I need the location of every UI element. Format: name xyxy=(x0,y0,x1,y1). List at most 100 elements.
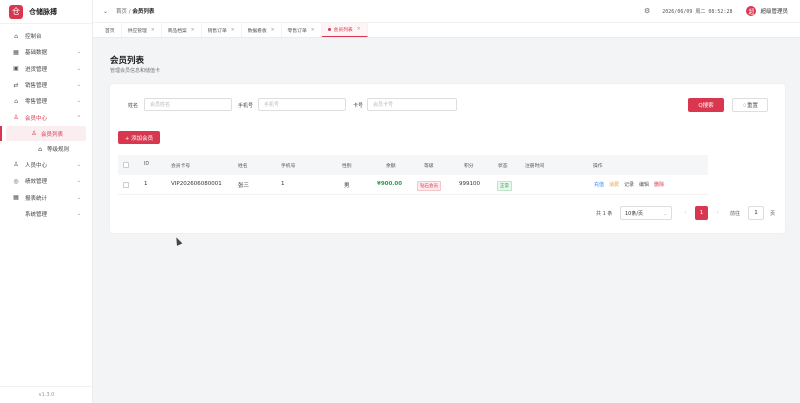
settings-icon[interactable]: ⚙ xyxy=(644,7,650,15)
tab-label: 供应管理 xyxy=(127,28,147,34)
app-logo[interactable]: 仓 仓储脉搏 xyxy=(0,0,92,24)
cell-points: 999100 xyxy=(459,181,480,187)
datetime-display: 2026/06/09 周二 08:52:28 xyxy=(662,8,733,15)
col-points: 积分 xyxy=(464,164,474,169)
cart-icon: ⇄ xyxy=(13,81,19,89)
card-input[interactable]: 会员卡号 xyxy=(367,98,457,111)
pagination: 共 1 条 10条/页 ⌄ ‹ 1 › 前往 1 页 xyxy=(110,206,785,220)
sidebar-item-label: 零售管理 xyxy=(25,99,48,106)
tab-sales-orders[interactable]: 销售订单 ✕ xyxy=(202,23,242,37)
page-number-current[interactable]: 1 xyxy=(695,206,708,220)
consume-link[interactable]: 消费 xyxy=(609,182,619,188)
box-icon: ▣ xyxy=(13,65,19,73)
user-icon: ♙ xyxy=(13,114,19,122)
col-gender: 性别 xyxy=(342,164,352,169)
breadcrumb-current: 会员列表 xyxy=(132,9,155,15)
breadcrumb-home[interactable]: 首页 xyxy=(116,9,127,15)
tab-bar: 首页 供应管理 ✕ 商品档案 ✕ 销售订单 ✕ 数据看板 ✕ 零售订单 ✕ 会员列表 ✕ xyxy=(93,22,800,38)
close-icon[interactable]: ✕ xyxy=(151,28,155,33)
next-page-button[interactable]: › xyxy=(711,206,724,220)
add-member-button[interactable]: + 添加会员 xyxy=(118,131,160,144)
sidebar-item-label: 控制台 xyxy=(25,34,42,41)
sidebar-item-performance[interactable]: ◎ 绩效管理 ⌄ xyxy=(0,173,92,189)
select-all-checkbox[interactable] xyxy=(123,162,129,168)
col-phone: 手机号 xyxy=(281,164,296,169)
name-label: 姓名 xyxy=(128,103,139,109)
page-title: 会员列表 xyxy=(110,56,145,66)
sidebar-item-label: 报表统计 xyxy=(25,195,48,202)
tab-supply[interactable]: 供应管理 ✕ xyxy=(122,23,162,37)
chevron-down-icon: ⌄ xyxy=(76,194,81,201)
sidebar-item-dashboard[interactable]: ⌂ 控制台 xyxy=(0,28,92,44)
tab-label: 数据看板 xyxy=(247,28,267,34)
chart-icon: ▦ xyxy=(13,194,19,202)
user-icon: ♙ xyxy=(13,161,19,169)
prev-page-button[interactable]: ‹ xyxy=(679,206,692,220)
col-card: 会员卡号 xyxy=(171,164,191,169)
breadcrumb: 首页 / 会员列表 xyxy=(116,7,154,15)
recharge-link[interactable]: 充值 xyxy=(594,182,604,188)
reset-button[interactable]: ♢重置 xyxy=(732,98,768,112)
mouse-cursor xyxy=(173,236,183,246)
delete-link[interactable]: 删除 xyxy=(654,182,664,188)
sidebar-item-member-center[interactable]: ♙ 会员中心 ⌃ xyxy=(0,109,92,125)
sidebar-item-purchase[interactable]: ▣ 进货管理 ⌄ xyxy=(0,61,92,77)
close-icon[interactable]: ✕ xyxy=(191,28,195,33)
tab-label: 商品档案 xyxy=(167,28,187,34)
logo-icon: 仓 xyxy=(9,4,23,19)
search-button[interactable]: Q搜索 xyxy=(688,98,724,112)
nav-menu: ⌂ 控制台 ▦ 基础数据 ⌄ ▣ 进货管理 ⌄ ⇄ 销售管理 ⌄ ⌂ 零售管理 … xyxy=(0,24,92,222)
chevron-down-icon: ⌄ xyxy=(76,49,81,56)
row-checkbox[interactable] xyxy=(123,182,129,188)
level-badge: 钻石会员 xyxy=(417,181,441,191)
chevron-down-icon: ⌄ xyxy=(76,98,81,105)
tab-label: 会员列表 xyxy=(333,28,353,33)
sidebar-item-staff-center[interactable]: ♙ 人员中心 ⌄ xyxy=(0,157,92,173)
close-icon[interactable]: ✕ xyxy=(357,27,361,32)
col-name: 姓名 xyxy=(238,164,248,169)
close-icon[interactable]: ✕ xyxy=(231,28,235,33)
sidebar-item-label: 会员中心 xyxy=(25,115,48,122)
phone-input[interactable]: 手机号 xyxy=(258,98,346,111)
avatar[interactable]: 超 xyxy=(746,6,757,16)
name-input[interactable]: 会员姓名 xyxy=(144,98,232,111)
tab-dashboard[interactable]: 数据看板 ✕ xyxy=(242,23,282,37)
filter-row: 姓名 会员姓名 手机号 手机号 卡号 会员卡号 xyxy=(110,98,785,112)
cell-gender: 男 xyxy=(344,183,350,189)
sidebar-item-base-data[interactable]: ▦ 基础数据 ⌄ xyxy=(0,44,92,60)
sidebar-item-reports[interactable]: ▦ 报表统计 ⌄ xyxy=(0,189,92,205)
goto-page-input[interactable]: 1 xyxy=(748,206,764,220)
cell-card: VIP202606080001 xyxy=(171,181,222,187)
tab-member-list[interactable]: 会员列表 ✕ xyxy=(321,23,368,37)
sidebar-item-system[interactable]: 系统管理 ⌄ xyxy=(0,206,92,222)
phone-label: 手机号 xyxy=(238,103,254,109)
sidebar-subitem-member-list[interactable]: ♙ 会员列表 xyxy=(0,125,86,142)
sidebar-subitem-level-rules[interactable]: ⌂ 等级规则 xyxy=(6,141,86,157)
tab-retail-orders[interactable]: 零售订单 ✕ xyxy=(282,23,322,37)
member-list-card: 姓名 会员姓名 手机号 手机号 卡号 会员卡号 Q搜索 ♢重置 + 添加会员 I… xyxy=(110,84,785,233)
tab-products[interactable]: 商品档案 ✕ xyxy=(162,23,202,37)
edit-link[interactable]: 编辑 xyxy=(639,182,649,188)
table-row: 1 VIP202606080001 张三 1 男 ¥900.00 钻石会员 99… xyxy=(118,175,708,195)
close-icon[interactable]: ✕ xyxy=(311,28,315,33)
sidebar-item-label: 基础数据 xyxy=(25,50,48,57)
sidebar-item-label: 绩效管理 xyxy=(25,179,48,186)
card-label: 卡号 xyxy=(353,103,364,109)
close-icon[interactable]: ✕ xyxy=(271,28,275,33)
collapse-icon[interactable]: ⌄ xyxy=(103,8,108,15)
breadcrumb-separator: / xyxy=(128,9,131,15)
sidebar-item-sales[interactable]: ⇄ 销售管理 ⌄ xyxy=(0,77,92,93)
page-size-select[interactable]: 10条/页 ⌄ xyxy=(620,206,672,220)
username[interactable]: 超级管理员 xyxy=(760,7,788,15)
sidebar-item-label: 系统管理 xyxy=(25,211,48,218)
tab-home[interactable]: 首页 xyxy=(99,23,122,37)
table-header: ID 会员卡号 姓名 手机号 性别 余额 等级 积分 状态 注册时间 操作 xyxy=(118,155,708,175)
app-name: 仓储脉搏 xyxy=(29,7,57,16)
app-version: v1.3.0 xyxy=(0,386,93,398)
records-link[interactable]: 记录 xyxy=(624,182,634,188)
target-icon: ◎ xyxy=(13,177,19,185)
top-bar: ⌄ 首页 / 会员列表 ⚙ 2026/06/09 周二 08:52:28 超 超… xyxy=(93,0,800,22)
shop-icon: ⌂ xyxy=(14,97,18,105)
col-registered: 注册时间 xyxy=(525,164,545,169)
sidebar-item-retail[interactable]: ⌂ 零售管理 ⌄ xyxy=(0,93,92,109)
